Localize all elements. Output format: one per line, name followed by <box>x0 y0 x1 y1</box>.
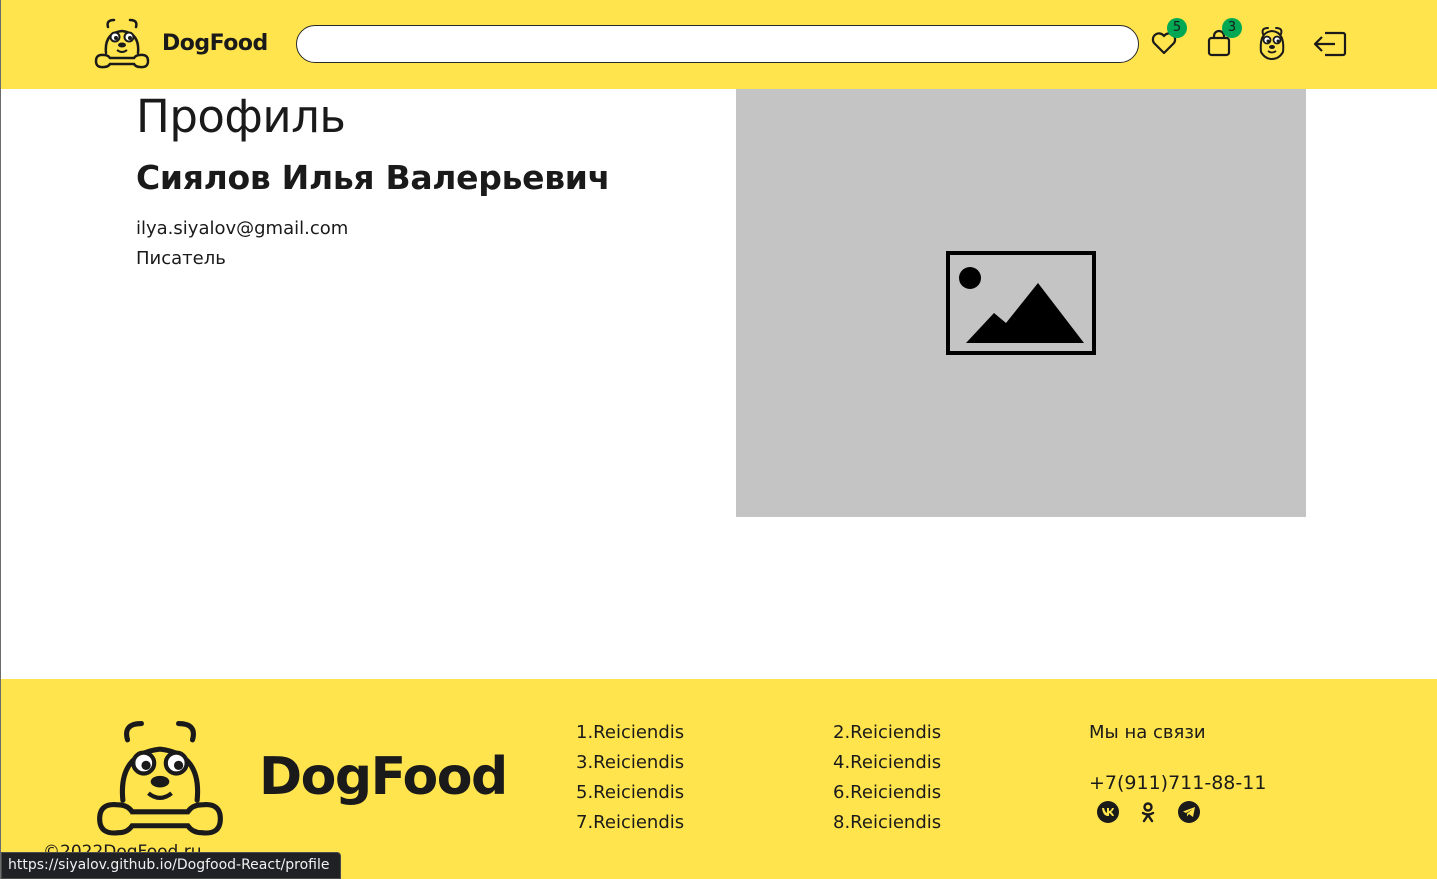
user-email: ilya.siyalov@gmail.com <box>136 218 349 239</box>
favorites-button[interactable]: 5 <box>1149 18 1187 58</box>
page-title: Профиль <box>136 90 346 143</box>
image-placeholder-icon <box>946 251 1096 355</box>
footer-logo-text: DogFood <box>259 747 508 807</box>
contact-phone[interactable]: +7(911)711-88-11 <box>1089 772 1266 794</box>
footer-link[interactable]: 1.Reiciendis <box>576 722 684 743</box>
logout-button[interactable] <box>1313 30 1347 58</box>
footer-link[interactable]: 7.Reiciendis <box>576 812 684 833</box>
header-logo[interactable]: DogFood <box>94 17 268 69</box>
telegram-icon[interactable] <box>1178 801 1200 823</box>
search-input[interactable] <box>296 25 1139 63</box>
user-name: Сиялов Илья Валерьевич <box>136 158 610 197</box>
cart-badge: 3 <box>1222 18 1242 38</box>
footer-logo[interactable]: DogFood <box>95 716 508 838</box>
contact-title: Мы на связи <box>1089 722 1206 743</box>
favorites-badge: 5 <box>1167 18 1187 38</box>
user-about: Писатель <box>136 248 226 269</box>
logout-icon <box>1313 31 1347 57</box>
cart-button[interactable]: 3 <box>1204 18 1242 58</box>
dog-logo-icon <box>94 18 150 69</box>
footer-link[interactable]: 5.Reiciendis <box>576 782 684 803</box>
footer-link[interactable]: 6.Reiciendis <box>833 782 941 803</box>
footer-link[interactable]: 2.Reiciendis <box>833 722 941 743</box>
footer-link[interactable]: 8.Reiciendis <box>833 812 941 833</box>
avatar-placeholder <box>736 89 1306 517</box>
dog-logo-icon <box>97 721 223 836</box>
dog-face-icon <box>1259 27 1285 61</box>
vk-icon[interactable] <box>1097 801 1119 823</box>
profile-button[interactable] <box>1257 26 1287 62</box>
logo-text: DogFood <box>162 30 268 56</box>
footer-link[interactable]: 4.Reiciendis <box>833 752 941 773</box>
footer-link[interactable]: 3.Reiciendis <box>576 752 684 773</box>
footer: DogFood ©2022DogFood.ru 1.Reiciendis 3.R… <box>1 679 1437 879</box>
browser-status-url: https://siyalov.github.io/Dogfood-React/… <box>1 852 341 879</box>
ok-icon[interactable] <box>1137 801 1159 823</box>
header: DogFood 5 3 <box>1 0 1437 89</box>
